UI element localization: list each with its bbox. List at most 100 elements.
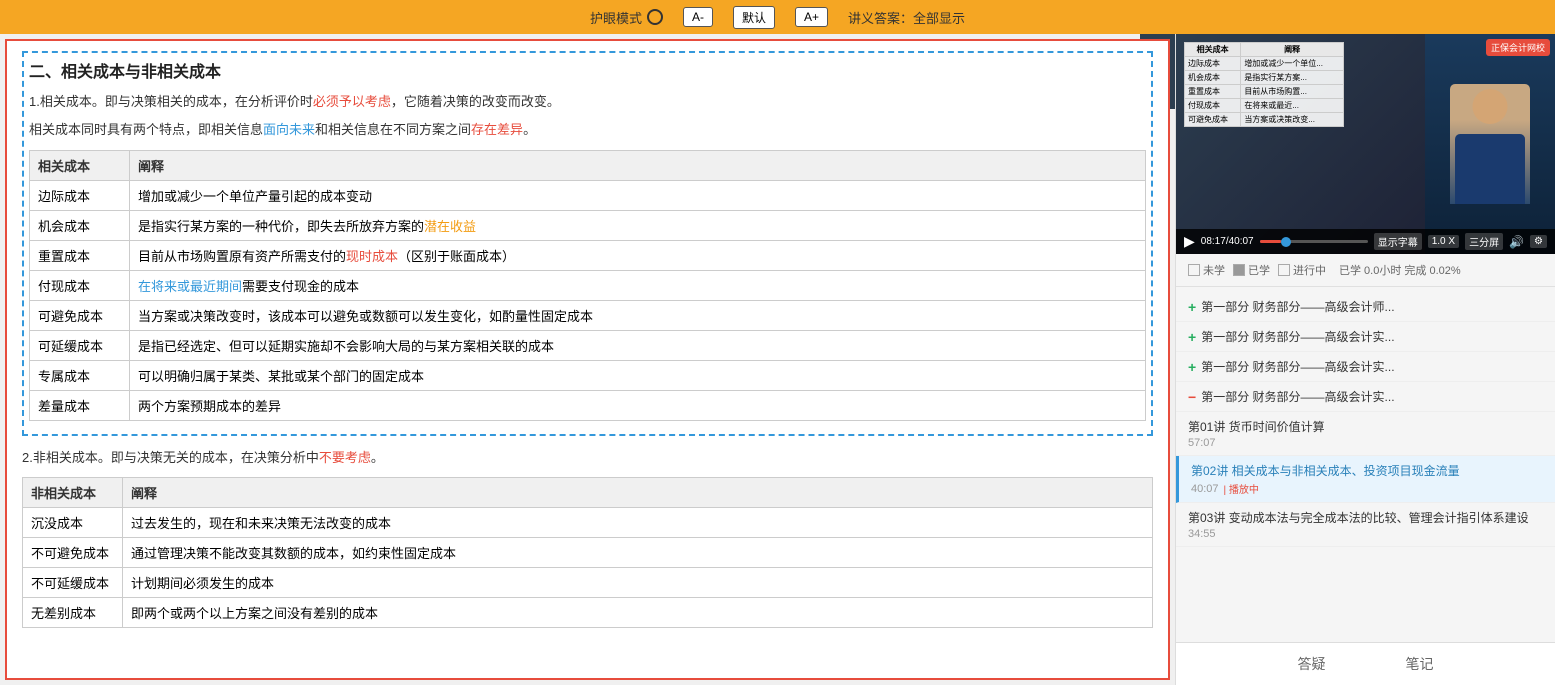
table-row: 可延缓成本是指已经选定、但可以延期实施却不会影响大局的与某方案相关联的成本	[30, 330, 1146, 360]
table-row: 边际成本增加或减少一个单位产量引起的成本变动	[30, 180, 1146, 210]
cost-name: 差量成本	[30, 390, 130, 420]
section-label-3: 第一部分 财务部分——高级会计实...	[1201, 358, 1394, 375]
cost-name: 可延缓成本	[30, 330, 130, 360]
section-header-2[interactable]: + 第一部分 财务部分——高级会计实...	[1188, 328, 1543, 345]
cost-desc: 目前从市场购置原有资产所需支付的现时成本（区别于账面成本）	[130, 240, 1146, 270]
speed-button[interactable]: 1.0 X	[1428, 235, 1459, 248]
font-increase-button[interactable]: A+	[795, 7, 828, 27]
course-section-3[interactable]: + 第一部分 财务部分——高级会计实...	[1176, 352, 1555, 382]
related-cost-section: 二、相关成本与非相关成本 1.相关成本。即与决策相关的成本，在分析评价时必须予以…	[22, 51, 1153, 436]
instructor-figure	[1450, 84, 1530, 204]
sound-icon[interactable]: 🔊	[1509, 235, 1524, 249]
cost-name: 重置成本	[30, 240, 130, 270]
video-controls: ▶ 08:17/40:07 显示字幕 1.0 X 三分屏 🔊 ⚙	[1176, 229, 1555, 254]
section-plus-icon-3: +	[1188, 359, 1196, 375]
cost-name: 专属成本	[30, 360, 130, 390]
table-row: 不可延缓成本计划期间必须发生的成本	[23, 568, 1153, 598]
instructor-head	[1473, 89, 1508, 124]
font-decrease-button[interactable]: A-	[683, 7, 713, 27]
section-header-1[interactable]: + 第一部分 财务部分——高级会计师...	[1188, 298, 1543, 315]
progress-dot	[1281, 237, 1291, 247]
cost-desc: 当方案或决策改变时，该成本可以避免或数额可以发生变化，如酌量性固定成本	[130, 300, 1146, 330]
related-cost-table: 相关成本 阐释 边际成本增加或减少一个单位产量引起的成本变动机会成本是指实行某方…	[29, 150, 1146, 421]
section-plus-icon-2: +	[1188, 329, 1196, 345]
course-item-3[interactable]: 第03讲 变动成本法与完全成本法的比较、管理会计指引体系建设 34:55	[1176, 503, 1555, 547]
legend-studied-box	[1233, 264, 1245, 276]
video-overlay-table: 相关成本阐释 边际成本增加或减少一个单位... 机会成本是指实行某方案... 重…	[1184, 42, 1344, 127]
section-label-2: 第一部分 财务部分——高级会计实...	[1201, 328, 1394, 345]
time-display: 08:17/40:07	[1201, 236, 1254, 247]
cost-name: 不可避免成本	[23, 538, 123, 568]
para1-cont: ，它随着决策的改变而改变。	[391, 94, 560, 109]
table-row: 机会成本是指实行某方案的一种代价，即失去所放弃方案的潜在收益	[30, 210, 1146, 240]
para2-mid: 和相关信息在不同方案之间	[315, 122, 471, 137]
course-section-1[interactable]: + 第一部分 财务部分——高级会计师...	[1176, 292, 1555, 322]
section-title: 二、相关成本与非相关成本	[29, 58, 1146, 82]
item-meta-1: 57:07	[1188, 437, 1543, 449]
video-area: 相关成本阐释 边际成本增加或减少一个单位... 机会成本是指实行某方案... 重…	[1176, 34, 1555, 254]
para2-end: 。	[523, 122, 536, 137]
layout-button[interactable]: 三分屏	[1465, 233, 1503, 250]
para1-text: 1.相关成本。即与决策相关的成本，在分析评价时	[29, 94, 313, 109]
section-header-3[interactable]: + 第一部分 财务部分——高级会计实...	[1188, 358, 1543, 375]
time-current: 08:17	[1201, 236, 1226, 247]
cost-name: 无差别成本	[23, 598, 123, 628]
para2-h2: 存在差异	[471, 122, 523, 137]
section-label-1: 第一部分 财务部分——高级会计师...	[1201, 298, 1394, 315]
table-row: 沉没成本过去发生的，现在和未来决策无法改变的成本	[23, 508, 1153, 538]
course-item-2[interactable]: 第02讲 相关成本与非相关成本、投资项目现金流量 40:07 | 播放中	[1176, 456, 1555, 503]
left-content: 二、相关成本与非相关成本 1.相关成本。即与决策相关的成本，在分析评价时必须予以…	[5, 39, 1170, 680]
section-header-4[interactable]: − 第一部分 财务部分——高级会计实...	[1188, 388, 1543, 405]
eye-mode-label: 护眼模式	[590, 8, 663, 27]
notes-tab[interactable]: 笔记	[1396, 651, 1444, 677]
video-thumbnail: 相关成本阐释 边际成本增加或减少一个单位... 机会成本是指实行某方案... 重…	[1176, 34, 1555, 254]
para3-highlight: 不要考虑	[319, 450, 371, 465]
cost-name: 付现成本	[30, 270, 130, 300]
para3: 2.非相关成本。即与决策无关的成本，在决策分析中不要考虑。	[22, 446, 1153, 469]
settings-button[interactable]: ⚙	[1530, 235, 1547, 248]
progress-fill	[1260, 240, 1282, 243]
progress-info: 未学 已学 进行中 已学 0.0小时 完成 0.02%	[1176, 254, 1555, 287]
cost-desc: 可以明确归属于某类、某批或某个部门的固定成本	[130, 360, 1146, 390]
eye-mode-toggle[interactable]	[647, 9, 663, 25]
legend-studied: 已学	[1233, 262, 1270, 278]
cost-name: 机会成本	[30, 210, 130, 240]
cost-desc: 在将来或最近期间需要支付现金的成本	[130, 270, 1146, 300]
section-plus-icon-1: +	[1188, 299, 1196, 315]
cost-name: 边际成本	[30, 180, 130, 210]
course-section-2[interactable]: + 第一部分 财务部分——高级会计实...	[1176, 322, 1555, 352]
non-related-table-header-1: 非相关成本	[23, 478, 123, 508]
para1-highlight: 必须予以考虑	[313, 94, 391, 109]
legend-in-progress: 进行中	[1278, 262, 1326, 278]
section-minus-icon-4: −	[1188, 389, 1196, 405]
para2-h1: 面向未来	[263, 122, 315, 137]
legend-in-progress-box	[1278, 264, 1290, 276]
para2-pre: 相关成本同时具有两个特点，即相关信息	[29, 122, 263, 137]
instructor-area	[1425, 34, 1555, 254]
right-panel: 相关成本阐释 边际成本增加或减少一个单位... 机会成本是指实行某方案... 重…	[1175, 34, 1555, 685]
progress-bar[interactable]	[1260, 240, 1368, 243]
cost-name: 不可延缓成本	[23, 568, 123, 598]
table-row: 付现成本在将来或最近期间需要支付现金的成本	[30, 270, 1146, 300]
table-row: 专属成本可以明确归属于某类、某批或某个部门的固定成本	[30, 360, 1146, 390]
ask-tab[interactable]: 答疑	[1288, 651, 1336, 677]
caption-button[interactable]: 显示字幕	[1374, 233, 1422, 250]
studied-label: 已学	[1248, 262, 1270, 278]
course-section-4[interactable]: − 第一部分 财务部分——高级会计实...	[1176, 382, 1555, 412]
table-row: 不可避免成本通过管理决策不能改变其数额的成本，如约束性固定成本	[23, 538, 1153, 568]
para3-text: 2.非相关成本。即与决策无关的成本，在决策分析中	[22, 450, 319, 465]
play-button[interactable]: ▶	[1184, 233, 1195, 250]
playing-badge: | 播放中	[1224, 481, 1259, 496]
item-title-1: 第01讲 货币时间价值计算	[1188, 418, 1543, 435]
font-default-button[interactable]: 默认	[733, 6, 775, 29]
course-item-1[interactable]: 第01讲 货币时间价值计算 57:07	[1176, 412, 1555, 456]
legend-not-studied: 未学	[1188, 262, 1225, 278]
cost-desc: 计划期间必须发生的成本	[123, 568, 1153, 598]
completion-text: 已学 0.0小时 完成 0.02%	[1339, 262, 1461, 278]
cost-desc: 过去发生的，现在和未来决策无法改变的成本	[123, 508, 1153, 538]
cost-name: 沉没成本	[23, 508, 123, 538]
top-bar: 护眼模式 A- 默认 A+ 讲义答案：全部显示	[0, 0, 1555, 34]
not-studied-label: 未学	[1203, 262, 1225, 278]
non-related-table-header-2: 阐释	[123, 478, 1153, 508]
instructor-body	[1455, 134, 1525, 204]
